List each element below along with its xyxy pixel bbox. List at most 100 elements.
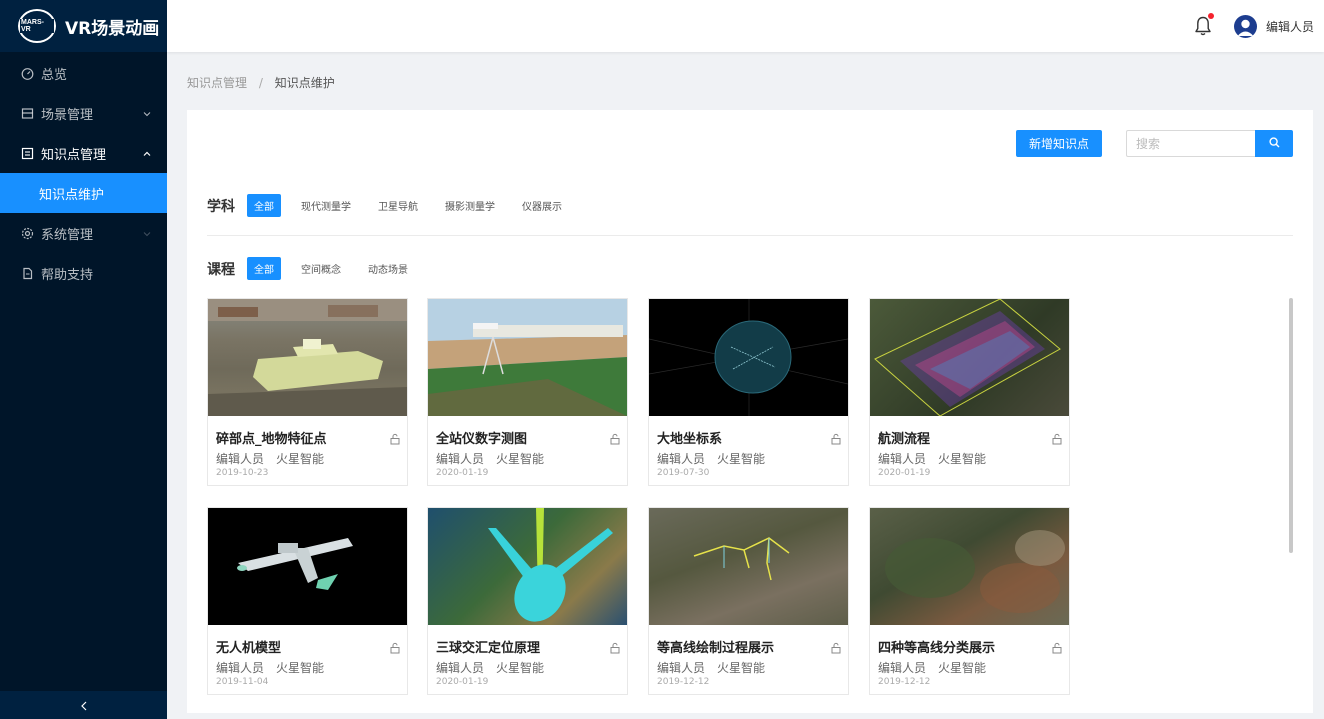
card-title: 碎部点_地物特征点 [216, 432, 327, 447]
sidebar-item-label: 帮助支持 [41, 267, 94, 283]
card-date: 2020-01-19 [436, 677, 489, 687]
card-meta: 编辑人员 火星智能 [878, 659, 986, 676]
card-org: 火星智能 [276, 452, 325, 466]
card-org: 火星智能 [938, 661, 987, 675]
knowledge-card[interactable]: 碎部点_地物特征点 编辑人员 火星智能 2019-10-23 [207, 298, 408, 486]
card-author: 编辑人员 [657, 452, 706, 466]
logo-text: MARS-VR [20, 19, 54, 33]
card-org: 火星智能 [717, 661, 766, 675]
course-tag[interactable]: 动态场景 [361, 257, 415, 280]
card-date: 2019-07-30 [657, 468, 710, 478]
settings-icon [20, 226, 34, 240]
knowledge-card[interactable]: 四种等高线分类展示 编辑人员 火星智能 2019-12-12 [869, 507, 1070, 695]
unlock-icon[interactable] [830, 430, 842, 445]
search-icon [1268, 136, 1280, 151]
subject-tag[interactable]: 摄影测量学 [438, 194, 502, 217]
card-title: 三球交汇定位原理 [436, 641, 541, 656]
knowledge-icon [20, 146, 34, 160]
card-author: 编辑人员 [657, 661, 706, 675]
breadcrumb-parent[interactable]: 知识点管理 [187, 76, 247, 90]
subject-tag[interactable]: 全部 [247, 194, 281, 217]
card-thumbnail [428, 299, 627, 416]
sidebar: MARS-VR VR场景动画 总览 场景管理 知识点管理 知识点维护 系统管理 … [0, 0, 167, 719]
sidebar-menu: 总览 场景管理 知识点管理 知识点维护 系统管理 帮助支持 [0, 53, 167, 293]
card-title: 无人机模型 [216, 641, 282, 656]
subject-tag[interactable]: 仪器展示 [515, 194, 569, 217]
scrollbar[interactable] [1289, 298, 1293, 553]
avatar [1233, 15, 1257, 38]
search-button[interactable] [1255, 130, 1293, 157]
sidebar-item-knowledge[interactable]: 知识点管理 [0, 133, 167, 173]
card-author: 编辑人员 [216, 661, 265, 675]
notification-dot [1208, 13, 1214, 19]
card-org: 火星智能 [717, 452, 766, 466]
card-title: 四种等高线分类展示 [878, 641, 996, 656]
scene-icon [20, 106, 34, 120]
knowledge-card[interactable]: 大地坐标系 编辑人员 火星智能 2019-07-30 [648, 298, 849, 486]
unlock-icon[interactable] [389, 639, 401, 654]
logo[interactable]: MARS-VR VR场景动画 [0, 0, 167, 52]
sidebar-item-system[interactable]: 系统管理 [0, 213, 167, 253]
unlock-icon[interactable] [1051, 430, 1063, 445]
card-date: 2020-01-19 [436, 468, 489, 478]
knowledge-card[interactable]: 三球交汇定位原理 编辑人员 火星智能 2020-01-19 [427, 507, 628, 695]
card-date: 2019-12-12 [657, 677, 710, 687]
subject-tag[interactable]: 现代测量学 [294, 194, 358, 217]
card-thumbnail [428, 508, 627, 625]
card-org: 火星智能 [496, 661, 545, 675]
knowledge-card[interactable]: 航测流程 编辑人员 火星智能 2020-01-19 [869, 298, 1070, 486]
card-meta: 编辑人员 火星智能 [436, 450, 544, 467]
card-thumbnail [649, 508, 848, 625]
card-thumbnail [870, 299, 1069, 416]
user-menu[interactable]: 编辑人员 [1233, 15, 1314, 38]
collapse-sidebar-button[interactable] [0, 691, 167, 719]
card-thumbnail [208, 508, 407, 625]
knowledge-submenu: 知识点维护 [0, 173, 167, 213]
subject-tag[interactable]: 卫星导航 [371, 194, 425, 217]
sidebar-item-scene[interactable]: 场景管理 [0, 93, 167, 133]
course-tag[interactable]: 全部 [247, 257, 281, 280]
unlock-icon[interactable] [1051, 639, 1063, 654]
knowledge-card[interactable]: 等高线绘制过程展示 编辑人员 火星智能 2019-12-12 [648, 507, 849, 695]
unlock-icon[interactable] [830, 639, 842, 654]
card-author: 编辑人员 [436, 452, 485, 466]
sidebar-item-label: 系统管理 [41, 227, 94, 243]
card-org: 火星智能 [496, 452, 545, 466]
card-date: 2020-01-19 [878, 468, 931, 478]
card-meta: 编辑人员 火星智能 [878, 450, 986, 467]
sidebar-item-overview[interactable]: 总览 [0, 53, 167, 93]
chevron-down-icon [143, 227, 151, 242]
sidebar-item-label: 知识点管理 [41, 147, 107, 163]
notification-bell-icon[interactable] [1193, 13, 1214, 37]
card-date: 2019-10-23 [216, 468, 269, 478]
card-meta: 编辑人员 火星智能 [436, 659, 544, 676]
unlock-icon[interactable] [609, 639, 621, 654]
sidebar-item-help[interactable]: 帮助支持 [0, 253, 167, 293]
knowledge-card[interactable]: 无人机模型 编辑人员 火星智能 2019-11-04 [207, 507, 408, 695]
filter-divider [207, 235, 1293, 236]
add-knowledge-button[interactable]: 新增知识点 [1016, 130, 1102, 157]
subject-filter-label: 学科 [207, 198, 235, 215]
sidebar-item-label: 总览 [41, 67, 68, 83]
card-title: 全站仪数字测图 [436, 432, 528, 447]
sidebar-item-label: 知识点维护 [39, 187, 105, 203]
knowledge-card[interactable]: 全站仪数字测图 编辑人员 火星智能 2020-01-19 [427, 298, 628, 486]
breadcrumb-separator: / [258, 76, 263, 90]
course-filter-label: 课程 [207, 261, 235, 278]
card-meta: 编辑人员 火星智能 [657, 659, 765, 676]
card-thumbnail [208, 299, 407, 416]
card-org: 火星智能 [938, 452, 987, 466]
card-org: 火星智能 [276, 661, 325, 675]
unlock-icon[interactable] [389, 430, 401, 445]
card-date: 2019-11-04 [216, 677, 269, 687]
card-title: 航测流程 [878, 432, 931, 447]
card-author: 编辑人员 [878, 661, 927, 675]
sidebar-item-knowledge-maintain[interactable]: 知识点维护 [0, 173, 167, 213]
card-meta: 编辑人员 火星智能 [216, 659, 324, 676]
unlock-icon[interactable] [609, 430, 621, 445]
course-tag[interactable]: 空间概念 [294, 257, 348, 280]
search-input[interactable] [1126, 130, 1255, 157]
app-title: VR场景动画 [65, 18, 160, 39]
card-thumbnail [870, 508, 1069, 625]
card-meta: 编辑人员 火星智能 [657, 450, 765, 467]
